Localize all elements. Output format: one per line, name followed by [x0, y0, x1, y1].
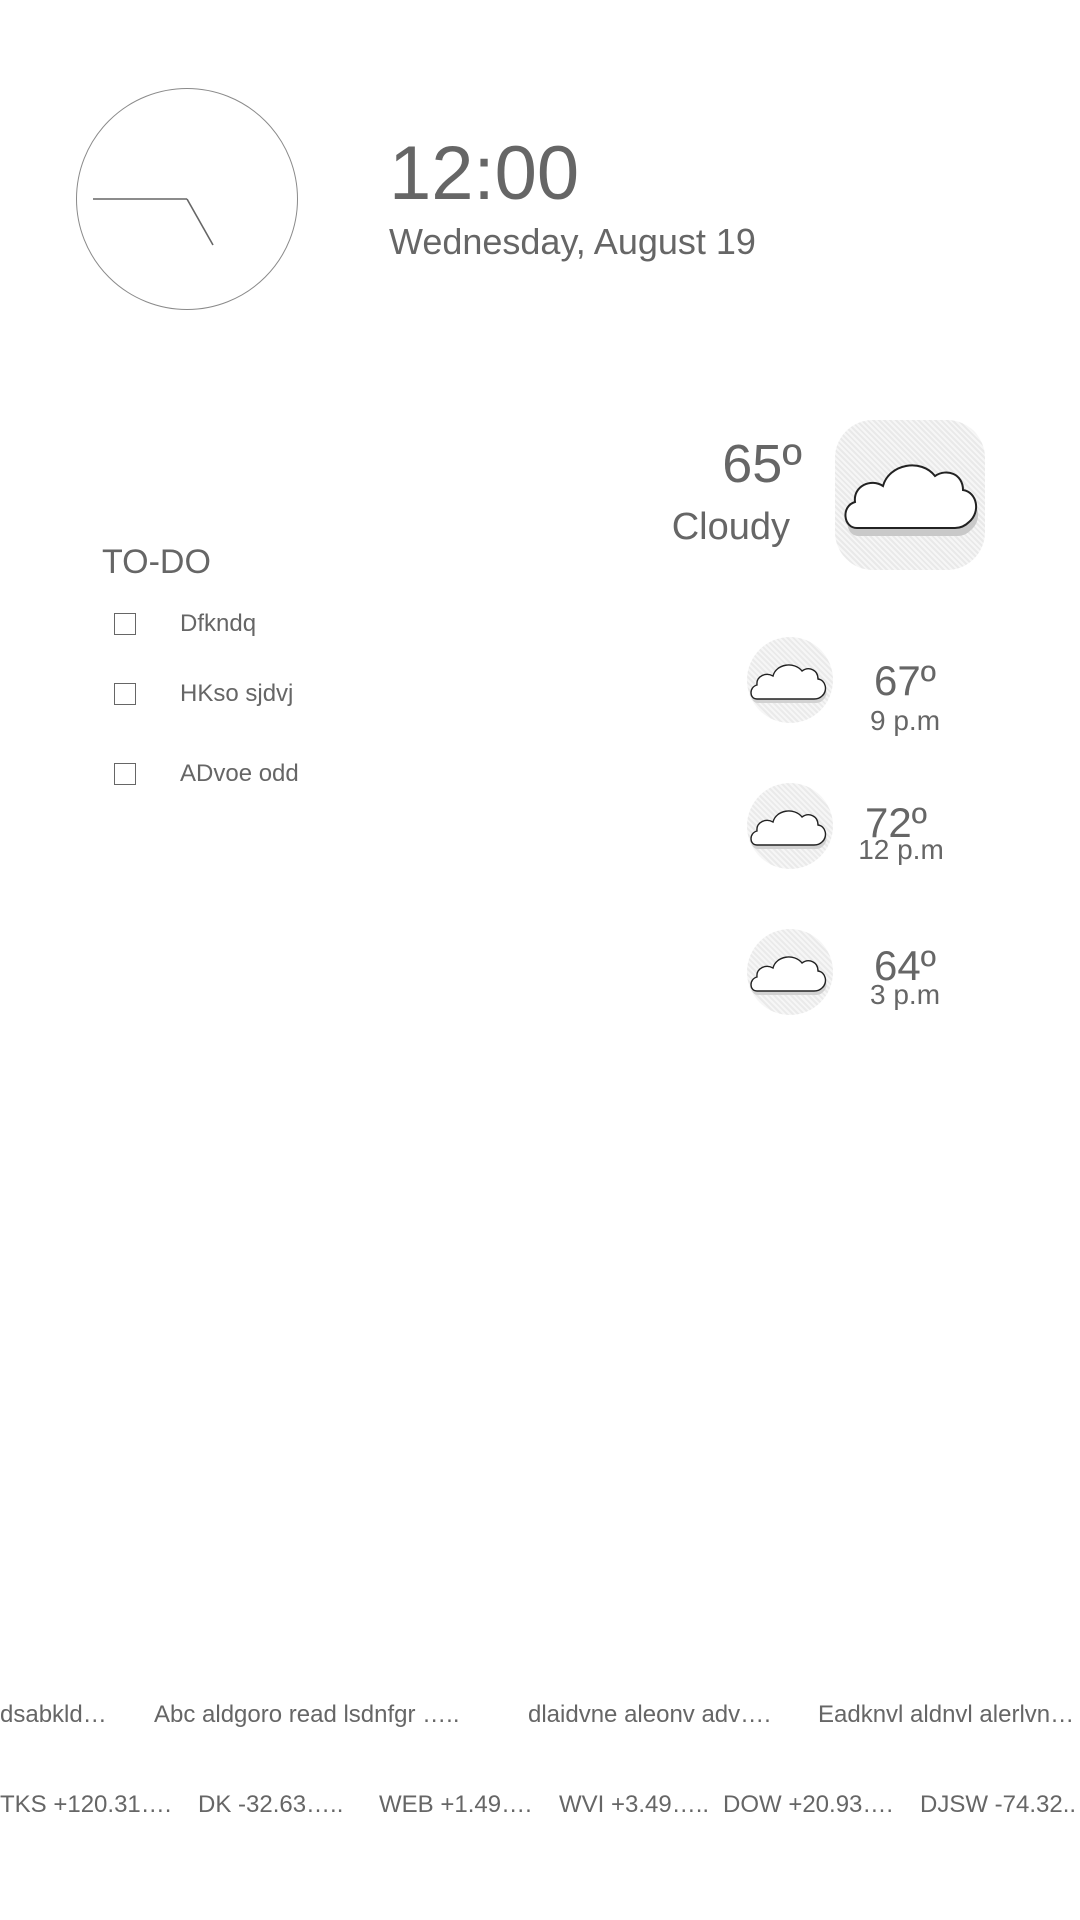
todo-title: TO-DO [102, 543, 211, 581]
todo-checkbox[interactable] [114, 613, 136, 635]
forecast-time-1: 9 p.m [869, 705, 941, 736]
forecast-time-3: 3 p.m [869, 979, 941, 1010]
forecast-time-2: 12 p.m [858, 834, 944, 865]
stock-quote[interactable]: TKS +120.31…. [0, 1793, 171, 1817]
todo-checkbox[interactable] [114, 683, 136, 705]
forecast-temp-1: 67º [873, 657, 937, 704]
todo-checkbox[interactable] [114, 763, 136, 785]
forecast-icon-1[interactable] [747, 637, 833, 723]
forecast-icon-2[interactable] [747, 783, 833, 869]
todo-item[interactable]: Dfkndq [114, 610, 257, 637]
forecast-icon-3[interactable] [747, 929, 833, 1015]
news-headline[interactable]: Abc aldgoro read lsdnfgr ….. [154, 1703, 460, 1727]
todo-item[interactable]: HKso sjdvj [114, 680, 294, 707]
cloud-icon [750, 810, 827, 849]
stock-quote[interactable]: DJSW -74.32.. [920, 1793, 1076, 1817]
date-label: Wednesday, August 19 [389, 221, 756, 262]
todo-item-label: Dfkndq [180, 610, 257, 637]
news-headline[interactable]: dsabkld… [0, 1703, 107, 1727]
hour-hand [186, 198, 214, 246]
todo-item-label: HKso sjdvj [180, 680, 294, 707]
stock-quote[interactable]: DK -32.63….. [198, 1793, 343, 1817]
todo-item-label: ADvoe odd [180, 760, 299, 787]
clock-hands [93, 198, 214, 246]
news-headline[interactable]: Eadknvl aldnvl alerlvn… [818, 1703, 1074, 1727]
todo-item[interactable]: ADvoe odd [114, 760, 299, 787]
stock-quote[interactable]: WVI +3.49….. [559, 1793, 709, 1817]
stock-quote[interactable]: WEB +1.49…. [379, 1793, 532, 1817]
digital-time: 12:00 [389, 131, 580, 216]
cloud-icon [750, 956, 827, 995]
stock-quote[interactable]: DOW +20.93…. [723, 1793, 893, 1817]
news-headline[interactable]: dlaidvne aleonv adv…. [528, 1703, 771, 1727]
cloud-icon [844, 464, 979, 536]
current-weather-icon[interactable] [835, 420, 985, 570]
cloud-icon [750, 664, 827, 703]
current-condition: Cloudy [671, 506, 790, 548]
current-temperature: 65º [722, 434, 802, 494]
